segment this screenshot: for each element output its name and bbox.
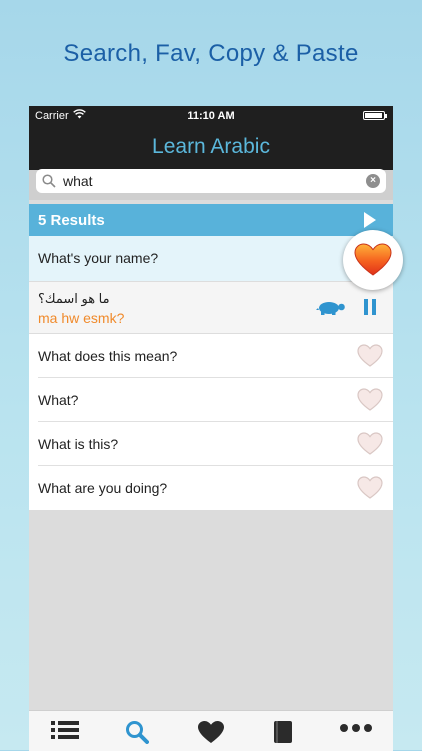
book-icon	[274, 721, 292, 743]
phrase-text: What?	[38, 392, 79, 408]
favorite-heart-icon[interactable]	[357, 388, 383, 415]
favorited-heart-button[interactable]	[343, 230, 403, 290]
tab-phrasebook[interactable]	[273, 720, 293, 749]
search-icon	[42, 174, 56, 193]
list-item[interactable]: What is this?	[29, 422, 393, 466]
status-bar: Carrier 11:10 AM	[29, 106, 393, 126]
tab-bar	[29, 710, 393, 751]
list-icon	[51, 721, 79, 739]
list-item[interactable]: What's your name?	[29, 236, 393, 281]
phrase-text: What are you doing?	[38, 480, 168, 496]
tab-favorites[interactable]	[197, 720, 225, 749]
app-title: Learn Arabic	[152, 135, 270, 158]
heart-icon	[354, 243, 392, 276]
results-count: 5 Results	[38, 212, 105, 229]
favorite-heart-icon[interactable]	[357, 476, 383, 503]
search-input[interactable]	[63, 169, 353, 193]
navigation-bar: Learn Arabic	[29, 126, 393, 170]
search-field[interactable]: ×	[36, 169, 386, 193]
favorite-heart-icon[interactable]	[357, 432, 383, 459]
tab-list[interactable]	[51, 720, 79, 745]
search-icon	[126, 721, 149, 744]
status-time: 11:10 AM	[187, 110, 235, 122]
more-icon	[340, 724, 372, 732]
phone-screen: Carrier 11:10 AM Learn Arabic × 5 Result…	[29, 106, 403, 751]
results-header: 5 Results	[29, 204, 393, 236]
phrase-text: What's your name?	[38, 250, 159, 266]
list-item[interactable]: What does this mean?	[29, 334, 393, 378]
phrase-text: What does this mean?	[38, 348, 178, 364]
play-all-icon[interactable]	[364, 212, 376, 232]
arabic-text: ما هو اسمك؟	[38, 291, 110, 306]
battery-icon	[363, 111, 387, 120]
list-item[interactable]: What are you doing?	[29, 466, 393, 510]
list-item[interactable]: What?	[29, 378, 393, 422]
transliteration-text: ma hw esmk?	[38, 310, 125, 326]
favorite-heart-icon[interactable]	[357, 344, 383, 371]
slow-play-turtle-icon[interactable]	[316, 300, 346, 321]
pause-icon[interactable]	[364, 299, 376, 320]
tab-search[interactable]	[125, 720, 149, 749]
phrase-text: What is this?	[38, 436, 119, 452]
clear-search-icon[interactable]: ×	[366, 174, 380, 188]
promo-headline: Search, Fav, Copy & Paste	[63, 40, 359, 67]
phrase-detail: ما هو اسمك؟ ma hw esmk?	[29, 281, 393, 334]
heart-icon	[198, 721, 224, 743]
tab-more[interactable]	[339, 720, 373, 738]
results-list: What's your name? ما هو اسمك؟ ma hw esmk…	[29, 236, 393, 510]
